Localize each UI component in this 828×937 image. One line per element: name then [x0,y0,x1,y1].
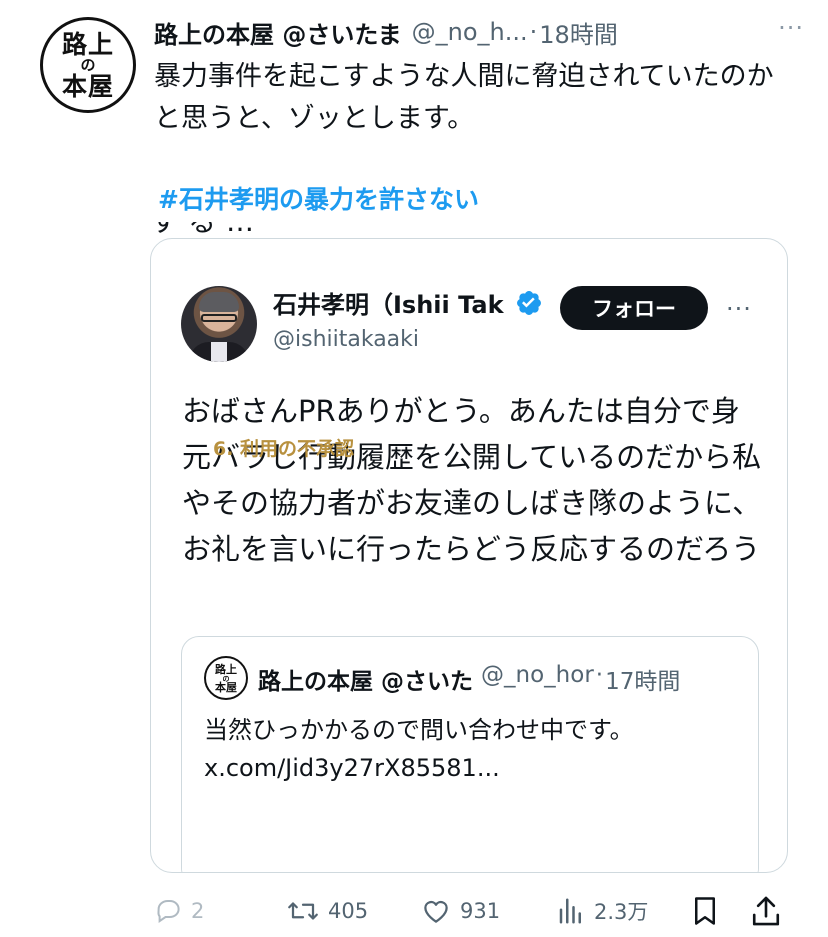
analytics-icon [559,898,581,924]
avatar-text-3: 本屋 [61,71,114,101]
avatar-text-1: 路上 [61,29,114,59]
author-handle[interactable]: @_no_h... [412,18,528,46]
avatar-shirt [211,342,227,362]
like-button[interactable]: 931 [420,896,500,926]
inner-quoted-tweet-card[interactable]: 路上 の 本屋 路上の本屋 @さいた @_no_hor · 17時間 当然ひっか… [181,636,759,872]
avatar-glasses [201,314,237,322]
quoted-author-avatar[interactable] [181,286,257,362]
reply-count: 2 [191,899,205,923]
verified-badge-icon [517,291,541,315]
quoted-author-name[interactable]: 石井孝明（Ishii Tak [273,285,504,320]
bookmark-icon [695,897,715,925]
quoted-tweet-card[interactable]: 石井孝明（Ishii Tak フォロー ··· @ishiitakaaki おば… [150,238,788,873]
inner-avatar-text-3: 本屋 [215,680,237,694]
inner-separator-dot: · [595,662,604,688]
inner-author-handle[interactable]: @_no_hor [481,662,594,696]
author-avatar[interactable]: 路上 の 本屋 [40,17,136,113]
inner-tweet-header: 路上の本屋 @さいた @_no_hor · 17時間 [258,662,748,696]
link-card-title: 6. 利用の不承認 [213,438,355,460]
follow-button[interactable]: フォロー [560,286,708,330]
more-options-icon[interactable]: ··· [778,14,804,42]
reply-button[interactable]: 2 [153,896,204,926]
avatar-hair [199,292,239,312]
bookmark-button[interactable] [690,894,720,928]
like-count: 931 [460,899,501,923]
quoted-author-handle[interactable]: @ishiitakaaki [273,327,419,352]
retweet-button[interactable]: 405 [286,896,368,926]
avatar-text-2: の [80,55,96,74]
reply-icon [157,900,180,924]
author-name[interactable]: 路上の本屋 @さいたま [154,15,402,50]
views-button[interactable]: 2.3万 [556,896,648,926]
quoted-tweet-text: おばさんPRありがとう。あんたは自分で身元バラし行動履歴を公開しているのだから私… [182,394,762,566]
tweet-text: 暴力事件を起こすような人間に脅迫されていたのかと思うと、ゾッとします。 [154,61,774,134]
inner-link-card[interactable] [182,797,758,872]
inner-author-avatar[interactable]: 路上 の 本屋 [204,656,248,700]
retweet-count: 405 [328,899,369,923]
inner-tweet-link[interactable]: x.com/Jid3y27rX85581... [204,750,500,786]
share-icon [752,896,780,926]
inner-tweet-text: 当然ひっかかるので問い合わせ中です。 [204,716,634,744]
tweet-action-bar: 2 405 931 2.3万 [0,890,828,930]
inner-avatar-text-1: 路上 [215,662,237,676]
separator-dot: · [529,18,538,46]
tweet-timestamp[interactable]: 18時間 [539,15,618,50]
share-button[interactable] [750,894,782,928]
views-count: 2.3万 [594,900,649,924]
retweet-icon [288,902,318,920]
tweet-header: 路上の本屋 @さいたま @_no_h... · 18時間 ··· [154,14,804,50]
heart-icon [424,900,448,923]
quoted-more-options-icon[interactable]: ··· [726,295,752,323]
inner-author-name[interactable]: 路上の本屋 @さいた [258,662,473,696]
inner-tweet-timestamp[interactable]: 17時間 [605,662,680,696]
hashtag-link[interactable]: #石井孝明の暴力を許さない [158,180,479,216]
